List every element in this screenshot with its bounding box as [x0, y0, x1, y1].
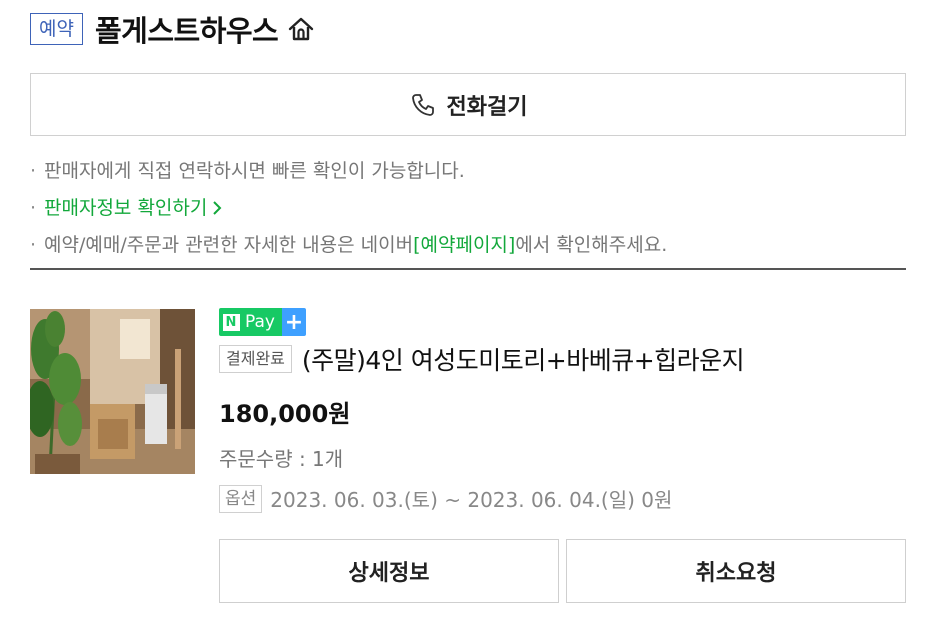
- notice-contact-text: 판매자에게 직접 연락하시면 빠른 확인이 가능합니다.: [44, 159, 465, 182]
- reservation-badge: 예약: [30, 13, 83, 45]
- product-title[interactable]: (주말)4인 여성도미토리+바베큐+힙라운지: [302, 341, 745, 377]
- option-row: 옵션 2023. 06. 03.(토) ~ 2023. 06. 04.(일) 0…: [219, 484, 909, 513]
- plus-icon: +: [281, 308, 306, 336]
- notice-reservation-page: · 예약/예매/주문과 관련한 자세한 내용은 네이버 [예약페이지] 에서 확인…: [30, 226, 906, 263]
- notice-prefix: 예약/예매/주문과 관련한 자세한 내용은 네이버: [44, 233, 414, 256]
- notice-suffix: 에서 확인해주세요.: [515, 233, 668, 256]
- chevron-right-icon: [213, 200, 222, 215]
- naver-n-logo: N: [219, 308, 243, 336]
- reservation-page-link[interactable]: [예약페이지]: [413, 230, 515, 260]
- title-row: 결제완료 (주말)4인 여성도미토리+바베큐+힙라운지: [219, 342, 909, 376]
- home-icon[interactable]: [284, 12, 318, 46]
- detail-button[interactable]: 상세정보: [219, 539, 559, 603]
- notice-contact: · 판매자에게 직접 연락하시면 빠른 확인이 가능합니다.: [30, 152, 906, 189]
- seller-info-link-text: 판매자정보 확인하기: [44, 196, 208, 219]
- seller-info-link[interactable]: · 판매자정보 확인하기: [30, 189, 906, 226]
- shop-name[interactable]: 폴게스트하우스: [95, 8, 279, 50]
- pay-label: Pay: [243, 308, 282, 336]
- naver-pay-plus-badge: N Pay +: [219, 308, 306, 336]
- phone-icon: [409, 91, 437, 119]
- notice-list: · 판매자에게 직접 연락하시면 빠른 확인이 가능합니다. · 판매자정보 확…: [30, 152, 906, 263]
- payment-status-tag: 결제완료: [219, 345, 292, 373]
- order-quantity: 주문수량 : 1개: [219, 447, 344, 471]
- call-button[interactable]: 전화걸기: [30, 73, 906, 136]
- price: 180,000원: [219, 400, 351, 428]
- order-info: N Pay + 결제완료 (주말)4인 여성도미토리+바베큐+힙라운지 180,…: [219, 308, 909, 513]
- cancel-request-button[interactable]: 취소요청: [566, 539, 906, 603]
- shop-header: 예약 폴게스트하우스: [30, 9, 318, 49]
- product-thumbnail[interactable]: [30, 309, 195, 474]
- call-button-label: 전화걸기: [446, 94, 528, 120]
- bullet: ·: [30, 159, 37, 182]
- bullet: ·: [30, 196, 37, 219]
- option-text: 2023. 06. 03.(토) ~ 2023. 06. 04.(일) 0원: [270, 488, 673, 512]
- option-tag: 옵션: [219, 484, 263, 513]
- bullet: ·: [30, 233, 37, 256]
- divider: [30, 268, 906, 270]
